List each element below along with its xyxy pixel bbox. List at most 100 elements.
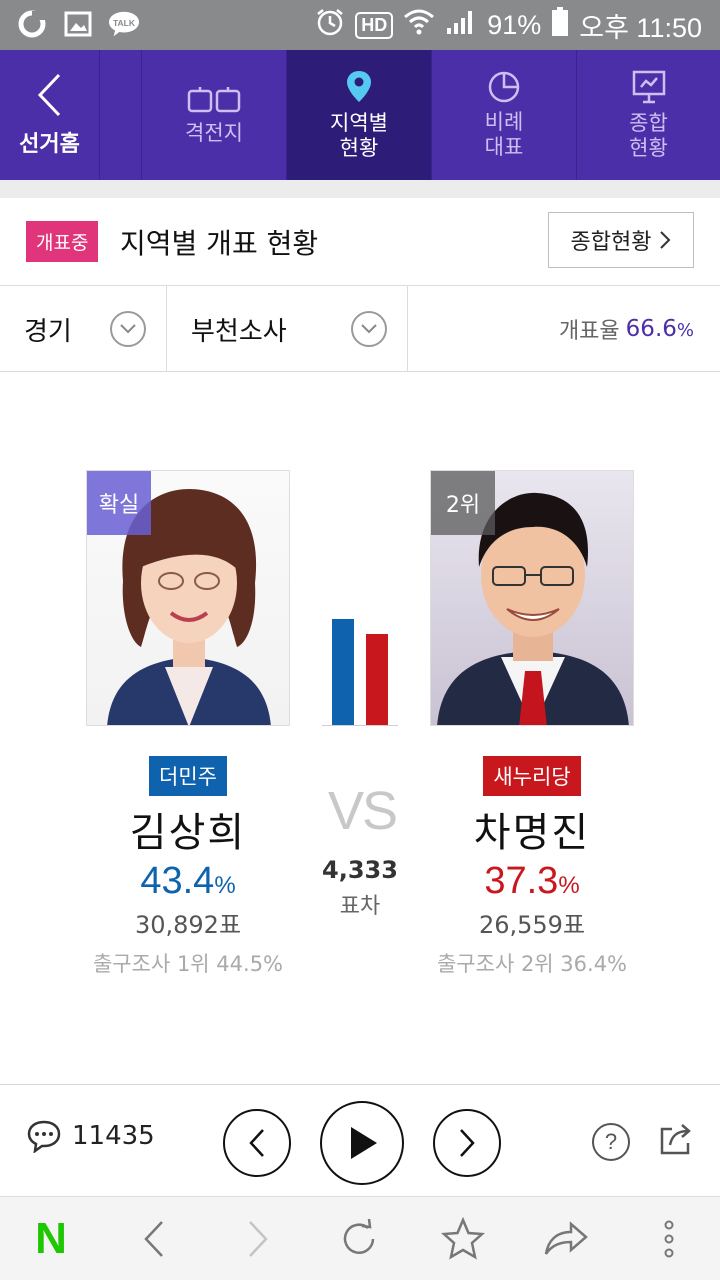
region-selectors: 경기 부천소사 개표율 66.6% (0, 286, 720, 372)
naver-home-button[interactable]: N (28, 1197, 74, 1280)
tab-regional-status[interactable]: 지역별 현황 (287, 50, 432, 180)
vote-percentage-unit: % (558, 872, 580, 899)
page-title: 지역별 개표 현황 (120, 227, 319, 260)
candidate-photo: 확실 (86, 470, 290, 726)
comment-icon (27, 1120, 61, 1153)
election-home-label: 선거홈 (19, 132, 80, 157)
candidate-card-1[interactable]: 확실 (86, 470, 290, 726)
vote-percentage-value: 37.3 (484, 860, 559, 902)
battleground-icon (187, 86, 241, 112)
tab-proportional-label: 비례 대표 (484, 110, 524, 159)
exit-poll: 출구조사 2위 36.4% (436, 952, 628, 976)
exit-poll: 출구조사 1위 44.5% (92, 952, 284, 976)
star-icon (441, 1217, 485, 1260)
tab-regional-status-label: 지역별 현황 (330, 111, 388, 160)
vote-percentage: 37.3% (382, 860, 682, 903)
vote-count: 30,892표 (134, 911, 242, 939)
browser-bookmark-button[interactable] (438, 1197, 488, 1280)
confirmed-badge: 확실 (87, 471, 151, 535)
kakaotalk-icon: TALK (108, 8, 140, 40)
candidate-photo: 2위 (430, 470, 634, 726)
browser-menu-button[interactable] (652, 1197, 686, 1280)
browser-forward-button[interactable] (238, 1197, 278, 1280)
signal-icon (445, 8, 477, 43)
candidate-1-bar (332, 619, 354, 725)
chevron-down-icon (110, 311, 146, 347)
pie-chart-icon (488, 71, 520, 103)
candidate-name: 김상희 (129, 810, 247, 856)
status-bar: TALK HD 91% 오후 11:50 (0, 0, 720, 50)
previous-button[interactable] (223, 1109, 291, 1177)
chevron-left-icon (37, 73, 60, 117)
help-button[interactable]: ? (592, 1123, 630, 1161)
comment-count: 11435 (72, 1121, 155, 1151)
wifi-icon (403, 8, 435, 43)
candidate-2-info: 새누리당 차명진 37.3% 26,559표 출구조사 2위 36.4% (382, 756, 682, 978)
presentation-board-icon (632, 70, 665, 104)
olleh-icon (16, 8, 48, 40)
next-button[interactable] (433, 1109, 501, 1177)
battery-icon (551, 6, 569, 44)
count-rate-value: 66.6% (626, 316, 694, 342)
tab-battleground[interactable]: 격전지 (142, 50, 287, 180)
candidate-1-info: 더민주 김상희 43.4% 30,892표 출구조사 1위 44.5% (38, 756, 338, 978)
play-icon (351, 1127, 377, 1159)
candidate-card-2[interactable]: 2위 (430, 470, 634, 726)
election-home-button[interactable]: 선거홈 (0, 50, 100, 180)
election-nav: 선거홈 격전지 지역별 현황 비례 대표 종합 현황 (0, 50, 720, 180)
comments-button[interactable]: 11435 (26, 1119, 155, 1153)
browser-toolbar: N (0, 1196, 720, 1280)
district-select[interactable]: 부천소사 (167, 286, 408, 372)
browser-share-button[interactable] (540, 1197, 592, 1280)
location-pin-icon (347, 71, 371, 102)
share-button[interactable] (658, 1121, 694, 1161)
page-header: 개표중 지역별 개표 현황 종합현황 (0, 198, 720, 286)
more-vertical-icon (664, 1220, 674, 1258)
vote-share-bars (322, 600, 398, 726)
candidate-name: 차명진 (473, 810, 591, 856)
candidate-2-bar (366, 634, 388, 725)
count-rate-number: 66.6 (625, 315, 677, 342)
vote-percentage: 43.4% (38, 860, 338, 903)
tab-battleground-label: 격전지 (185, 120, 243, 145)
district-value: 부천소사 (191, 316, 287, 347)
overall-status-label: 종합현황 (570, 230, 652, 255)
count-rate-unit: % (676, 319, 694, 341)
nav-divider (100, 50, 142, 180)
browser-refresh-button[interactable] (334, 1197, 384, 1280)
vote-count: 26,559표 (478, 911, 586, 939)
clock: 오후 11:50 (579, 12, 702, 43)
play-button[interactable] (320, 1101, 404, 1185)
chevron-down-icon (351, 311, 387, 347)
province-select[interactable]: 경기 (0, 286, 167, 372)
chevron-right-icon (660, 231, 671, 249)
hd-voice-icon: HD (355, 11, 394, 39)
battery-percent: 91% (487, 9, 542, 40)
counting-badge: 개표중 (26, 221, 99, 262)
refresh-icon (343, 1218, 375, 1254)
section-divider (0, 180, 720, 198)
tab-overall-status-label: 종합 현황 (629, 111, 668, 160)
overall-status-button[interactable]: 종합현황 (548, 212, 694, 268)
share-icon (660, 1124, 691, 1155)
vote-percentage-unit: % (214, 872, 236, 899)
rank-badge: 2위 (431, 471, 495, 535)
chevron-left-icon (249, 1129, 264, 1157)
chevron-right-icon (249, 1221, 268, 1257)
vote-percentage-value: 43.4 (140, 860, 215, 902)
chevron-left-icon (144, 1221, 163, 1257)
count-rate-label: 개표율 (558, 318, 620, 344)
tab-overall-status[interactable]: 종합 현황 (577, 50, 720, 180)
party-badge: 더민주 (149, 756, 227, 796)
forward-share-icon (544, 1221, 588, 1255)
tab-proportional[interactable]: 비례 대표 (432, 50, 577, 180)
chevron-right-icon (460, 1129, 475, 1157)
gallery-icon (62, 8, 94, 40)
browser-back-button[interactable] (134, 1197, 174, 1280)
province-value: 경기 (24, 316, 72, 347)
svg-text:TALK: TALK (113, 18, 136, 28)
party-badge: 새누리당 (483, 756, 581, 796)
bar-baseline (322, 725, 398, 726)
alarm-icon (315, 7, 345, 44)
article-controls: 11435 ? (0, 1084, 720, 1196)
